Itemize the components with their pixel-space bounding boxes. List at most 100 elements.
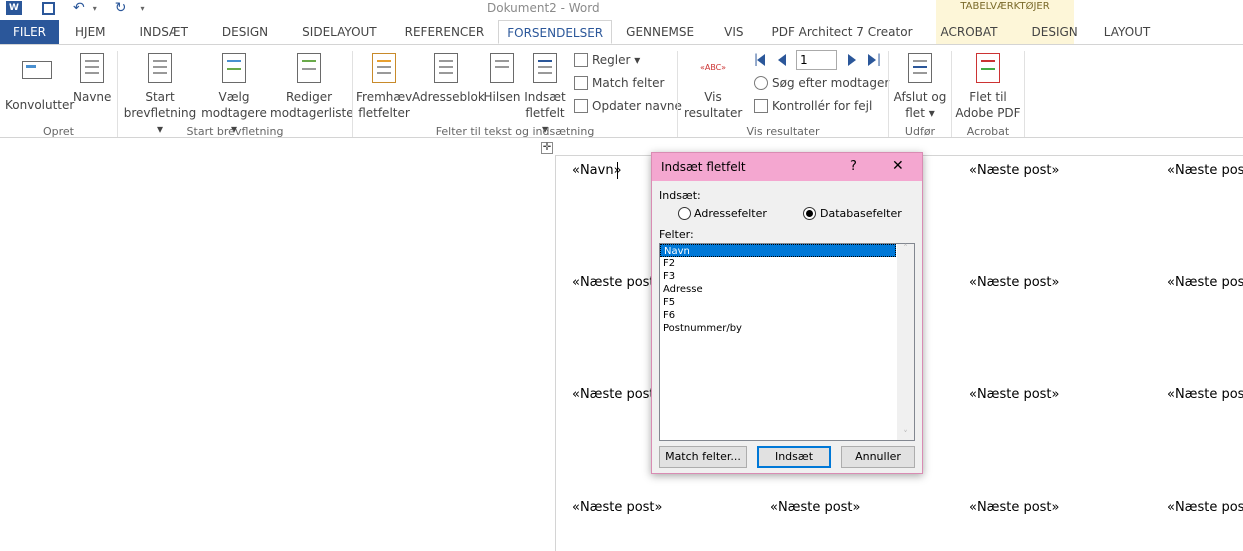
address-fields-label[interactable]: Adressefelter (694, 207, 767, 220)
start-label-1: Start (145, 90, 175, 104)
list-item[interactable]: Postnummer/by (660, 322, 896, 335)
merge-field-next[interactable]: «Næste post» (969, 387, 1059, 402)
check-errors-button[interactable]: Kontrollér for fejl (754, 97, 872, 115)
merge-field-next[interactable]: «Næste post» (969, 163, 1059, 178)
edit-recipient-list-button[interactable]: Rediger modtagerliste (270, 53, 354, 121)
tab-indsaet[interactable]: INDSÆT (132, 20, 196, 44)
redig-label-2: modtagerliste (270, 106, 354, 120)
table-move-handle-icon[interactable]: ✛ (541, 142, 553, 154)
tab-hjem[interactable]: HJEM (67, 20, 114, 44)
merge-field-next[interactable]: «Næste post» (1167, 163, 1243, 178)
flet-label-2: Adobe PDF (955, 106, 1021, 120)
merge-field-next[interactable]: «Næste post» (1167, 275, 1243, 290)
update-labels-button[interactable]: Opdater navne (574, 97, 682, 115)
listbox-scrollbar[interactable]: ˄ ˅ (897, 244, 914, 440)
tab-design[interactable]: DESIGN (214, 20, 276, 44)
preview-abc-icon: «ABC» (699, 63, 727, 72)
list-item[interactable]: Adresse (660, 283, 896, 296)
database-fields-label[interactable]: Databasefelter (820, 207, 902, 220)
flet-label-1: Flet til (969, 90, 1007, 104)
ribbon: Konvolutter Navne Opret Start brevfletni… (0, 44, 1243, 138)
merge-field-next[interactable]: «Næste post» (572, 500, 662, 515)
inds-label-1: Indsæt (524, 90, 566, 104)
insert-field-icon (530, 53, 560, 85)
address-fields-radio[interactable] (678, 207, 691, 220)
match-icon (574, 76, 588, 90)
first-record-arrow-icon[interactable] (757, 54, 765, 66)
dialog-title-bar[interactable]: Indsæt fletfelt ? ✕ (652, 153, 922, 181)
last-record-arrow-icon[interactable] (868, 54, 876, 66)
tab-sidelayout[interactable]: SIDELAYOUT (294, 20, 384, 44)
merge-field-next[interactable]: «Næste post» (969, 500, 1059, 515)
group-acrobat: Acrobat (966, 125, 1010, 138)
opdater-label: Opdater navne (592, 99, 682, 113)
database-fields-radio[interactable] (803, 207, 816, 220)
start-merge-icon (145, 53, 175, 85)
merge-field-next[interactable]: «Næste post» (572, 387, 662, 402)
merge-field-navn[interactable]: «Navn» (572, 163, 622, 178)
scroll-down-icon[interactable]: ˅ (897, 430, 914, 440)
match-fields-dialog-button[interactable]: Match felter... (659, 446, 747, 468)
finish-merge-button[interactable]: Afslut og flet ▾ (892, 53, 948, 121)
list-item[interactable]: F3 (660, 270, 896, 283)
undo-dropdown-icon[interactable]: ▾ (93, 4, 97, 13)
address-block-button[interactable]: Adresseblok (412, 53, 485, 105)
tab-filer[interactable]: FILER (0, 20, 59, 44)
merge-field-next[interactable]: «Næste post» (1167, 500, 1243, 515)
vis-label-1: Vis (704, 90, 722, 104)
customize-qat-icon[interactable]: ▾ (140, 4, 144, 13)
insert-merge-field-dialog: Indsæt fletfelt ? ✕ Indsæt: Adressefelte… (651, 152, 923, 474)
help-icon[interactable]: ? (850, 159, 857, 174)
rules-button[interactable]: Regler ▾ (574, 51, 640, 69)
konvolutter-button[interactable]: Konvolutter (5, 53, 74, 113)
highlight-merge-fields-button[interactable]: Fremhæv fletfelter (356, 53, 412, 121)
tab-referencer[interactable]: REFERENCER (397, 20, 493, 44)
tab-forsendelser[interactable]: FORSENDELSER (498, 20, 613, 44)
soeg-label: Søg efter modtager (772, 76, 890, 90)
list-item[interactable]: F6 (660, 309, 896, 322)
tab-pdf-architect[interactable]: PDF Architect 7 Creator (763, 20, 920, 44)
merge-to-adobe-pdf-button[interactable]: Flet til Adobe PDF (955, 53, 1021, 121)
undo-icon[interactable]: ↶ (73, 0, 85, 16)
list-item[interactable]: Navn (660, 244, 896, 257)
tab-gennemse[interactable]: GENNEMSE (618, 20, 702, 44)
redo-icon[interactable]: ↻ (115, 0, 127, 16)
close-icon[interactable]: ✕ (892, 158, 904, 174)
merge-field-next[interactable]: «Næste post» (969, 275, 1059, 290)
tab-acrobat[interactable]: ACROBAT (933, 20, 1006, 44)
preview-results-button[interactable]: «ABC» Vis resultater (684, 53, 742, 121)
list-item[interactable]: F5 (660, 296, 896, 309)
record-number-input[interactable]: 1 (796, 50, 837, 70)
greeting-line-button[interactable]: Hilsen (482, 53, 522, 105)
labels-icon (77, 53, 107, 85)
match-fields-button[interactable]: Match felter (574, 74, 664, 92)
next-record-icon[interactable] (848, 54, 856, 66)
afslut-label-2: flet ▾ (905, 106, 935, 120)
merge-field-next[interactable]: «Næste post» (770, 500, 860, 515)
previous-record-icon[interactable] (778, 54, 786, 66)
last-record-icon[interactable]: | (877, 52, 881, 66)
save-icon[interactable] (42, 1, 55, 15)
context-title: TABELVÆRKTØJER (960, 1, 1050, 12)
find-recipient-button[interactable]: Søg efter modtager (754, 74, 889, 92)
insert-label: Indsæt: (659, 189, 701, 202)
scroll-up-icon[interactable]: ˄ (897, 244, 914, 254)
cancel-button[interactable]: Annuller (841, 446, 915, 468)
merge-field-next[interactable]: «Næste post» (572, 275, 662, 290)
tab-table-layout[interactable]: LAYOUT (1096, 20, 1158, 44)
tab-table-design[interactable]: DESIGN (1024, 20, 1086, 44)
insert-button[interactable]: Indsæt (757, 446, 831, 468)
separator (1024, 51, 1025, 137)
tab-vis[interactable]: VIS (716, 20, 751, 44)
frem-label-1: Fremhæv (356, 90, 413, 104)
rules-icon (574, 53, 588, 67)
merge-field-next[interactable]: «Næste post» (1167, 387, 1243, 402)
adobe-pdf-icon (973, 53, 1003, 85)
dialog-title: Indsæt fletfelt (661, 160, 746, 174)
greeting-icon (487, 53, 517, 85)
fields-listbox[interactable]: Navn F2 F3 Adresse F5 F6 Postnummer/by ˄… (659, 243, 915, 441)
list-item[interactable]: F2 (660, 257, 896, 270)
highlight-icon (369, 53, 399, 85)
navne-button[interactable]: Navne (73, 53, 111, 105)
match-label: Match felter (592, 76, 665, 90)
